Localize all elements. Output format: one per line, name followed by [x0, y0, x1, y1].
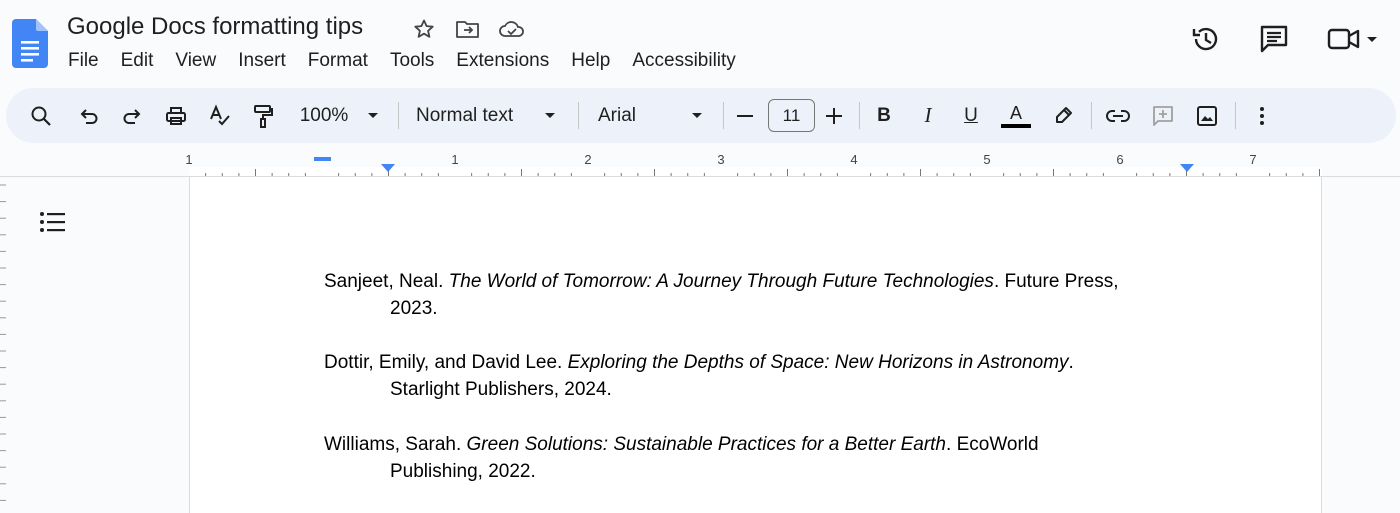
ruler-label: 4	[850, 152, 858, 167]
document-outline-icon[interactable]	[38, 210, 68, 236]
menu-insert[interactable]: Insert	[238, 50, 286, 72]
text-color-letter: A	[1009, 102, 1022, 123]
citation-continuation: Publishing, 2022.	[390, 461, 536, 482]
google-docs-logo-icon[interactable]	[12, 19, 48, 68]
document-canvas: Sanjeet, Neal. The World of Tomorrow: A …	[0, 176, 1400, 513]
font-size-input[interactable]: 11	[768, 99, 815, 132]
increase-font-icon[interactable]	[822, 88, 846, 143]
decrease-font-icon[interactable]	[733, 88, 757, 143]
citation-publisher: . Future Press,	[993, 271, 1119, 292]
citation-title: Exploring the Depths of Space: New Horiz…	[567, 352, 1069, 373]
zoom-dropdown-icon[interactable]	[363, 88, 383, 143]
dropdown-arrow-icon[interactable]	[1362, 20, 1382, 58]
ruler-label: 1	[451, 152, 459, 167]
menu-file[interactable]: File	[68, 50, 99, 72]
star-icon[interactable]	[409, 15, 439, 43]
paragraph-style-select[interactable]: Normal text	[416, 88, 526, 143]
ruler-label: 3	[717, 152, 725, 167]
print-icon[interactable]	[161, 88, 191, 143]
cloud-saved-icon[interactable]	[497, 15, 527, 43]
more-options-icon[interactable]	[1250, 88, 1274, 143]
paint-format-icon[interactable]	[248, 88, 278, 143]
citation-entry[interactable]: Sanjeet, Neal. The World of Tomorrow: A …	[324, 268, 1204, 322]
menu-tools[interactable]: Tools	[390, 50, 434, 72]
horizontal-ruler[interactable]: 1 1 2 3 4 5 6 7	[0, 150, 1400, 177]
citation-title: The World of Tomorrow: A Journey Through…	[448, 271, 994, 292]
first-line-indent-marker[interactable]	[314, 157, 331, 161]
menu-bar: File Edit View Insert Format Tools Exten…	[68, 50, 758, 72]
ruler-label: 2	[584, 152, 592, 167]
undo-icon[interactable]	[74, 88, 104, 143]
spellcheck-icon[interactable]	[205, 88, 235, 143]
menu-view[interactable]: View	[175, 50, 216, 72]
add-comment-icon[interactable]	[1148, 88, 1178, 143]
version-history-icon[interactable]	[1186, 20, 1226, 58]
font-dropdown-icon[interactable]	[687, 88, 707, 143]
vertical-ruler[interactable]	[0, 177, 8, 513]
menu-accessibility[interactable]: Accessibility	[632, 50, 735, 72]
text-color-swatch	[1001, 123, 1031, 128]
citation-publisher: . EcoWorld	[946, 434, 1039, 455]
ruler-label: 5	[983, 152, 991, 167]
menu-help[interactable]: Help	[571, 50, 610, 72]
citation-continuation: Starlight Publishers, 2024.	[390, 379, 612, 400]
search-icon[interactable]	[26, 88, 56, 143]
toolbar: 100% Normal text Arial 11 B I U A	[6, 88, 1396, 143]
insert-image-icon[interactable]	[1192, 88, 1222, 143]
citation-author: Dottir, Emily, and David Lee.	[324, 352, 568, 373]
ruler-label: 1	[185, 152, 193, 167]
ruler-label: 6	[1116, 152, 1124, 167]
highlight-icon[interactable]	[1049, 88, 1077, 143]
font-select[interactable]: Arial	[598, 88, 678, 143]
menu-edit[interactable]: Edit	[121, 50, 154, 72]
link-icon[interactable]	[1103, 88, 1133, 143]
redo-icon[interactable]	[117, 88, 147, 143]
citation-publisher: .	[1068, 352, 1074, 373]
underline-button[interactable]: U	[959, 88, 983, 143]
style-dropdown-icon[interactable]	[540, 88, 560, 143]
citation-title: Green Solutions: Sustainable Practices f…	[466, 434, 947, 455]
citation-entry[interactable]: Williams, Sarah. Green Solutions: Sustai…	[324, 431, 1204, 485]
citation-continuation: 2023.	[390, 298, 438, 319]
zoom-select[interactable]: 100%	[296, 88, 352, 143]
menu-format[interactable]: Format	[308, 50, 368, 72]
bold-button[interactable]: B	[872, 88, 896, 143]
document-title[interactable]: Google Docs formatting tips	[67, 13, 363, 41]
meet-icon[interactable]	[1326, 20, 1362, 58]
menu-extensions[interactable]: Extensions	[456, 50, 549, 72]
citation-entry[interactable]: Dottir, Emily, and David Lee. Exploring …	[324, 349, 1204, 403]
italic-button[interactable]: I	[916, 88, 940, 143]
text-color-button[interactable]: A	[1000, 88, 1032, 143]
comments-icon[interactable]	[1254, 20, 1294, 58]
ruler-label: 7	[1249, 152, 1257, 167]
citation-author: Williams, Sarah.	[324, 434, 467, 455]
document-page[interactable]: Sanjeet, Neal. The World of Tomorrow: A …	[189, 177, 1322, 513]
move-folder-icon[interactable]	[453, 15, 483, 43]
citation-author: Sanjeet, Neal.	[324, 271, 449, 292]
